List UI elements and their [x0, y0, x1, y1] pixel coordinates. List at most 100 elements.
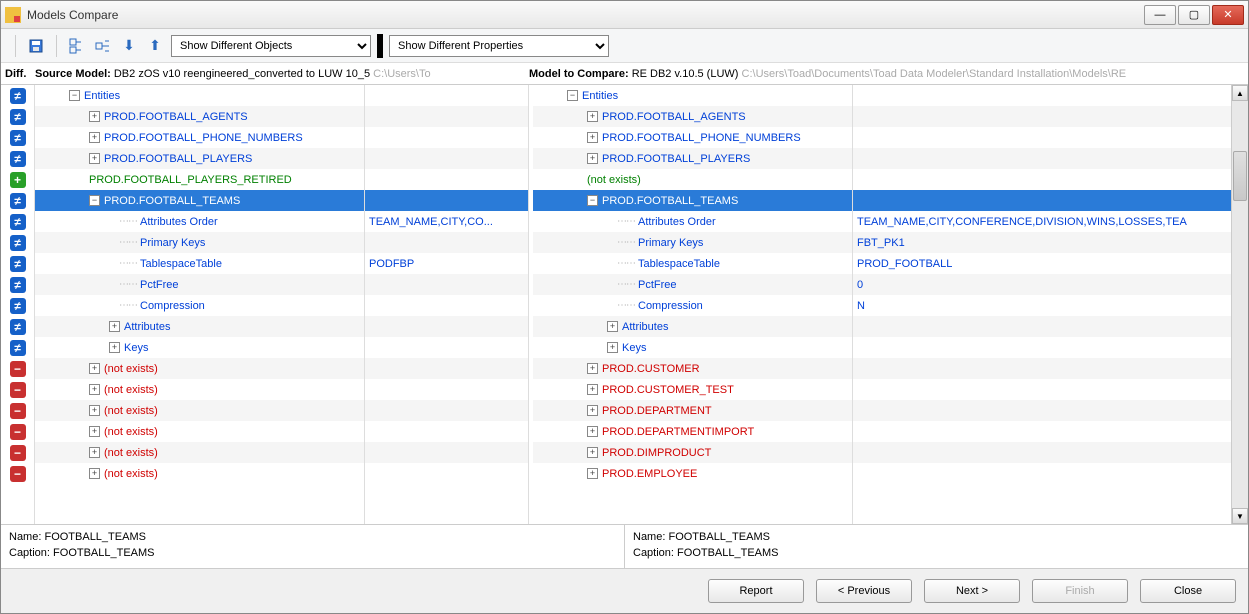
tree-row[interactable]: +PROD.CUSTOMER — [533, 358, 852, 379]
expand-icon[interactable]: + — [587, 384, 598, 395]
tree-expand-icon[interactable] — [67, 36, 87, 56]
expand-icon[interactable]: + — [607, 321, 618, 332]
tree-row[interactable]: + (not exists) — [35, 400, 364, 421]
tree-row[interactable]: (not exists) — [533, 169, 852, 190]
tree-row[interactable]: ⋯⋯TablespaceTable — [35, 253, 364, 274]
tree-row[interactable]: ⋯⋯PctFree — [35, 274, 364, 295]
previous-button[interactable]: < Previous — [816, 579, 912, 603]
tree-row[interactable]: +PROD.DEPARTMENTIMPORT — [533, 421, 852, 442]
report-button[interactable]: Report — [708, 579, 804, 603]
tree-row[interactable]: +Attributes — [533, 316, 852, 337]
collapse-icon[interactable]: − — [587, 195, 598, 206]
tree-row[interactable]: −Entities — [533, 85, 852, 106]
tree-label: (not exists) — [104, 363, 158, 375]
tree-label: Keys — [124, 342, 148, 354]
tree-row[interactable]: +PROD.EMPLOYEE — [533, 463, 852, 484]
tree-row[interactable]: PROD.FOOTBALL_PLAYERS_RETIRED — [35, 169, 364, 190]
tree-row[interactable]: −Entities — [35, 85, 364, 106]
expand-icon[interactable]: + — [89, 384, 100, 395]
expand-icon[interactable]: + — [89, 426, 100, 437]
expand-icon[interactable]: + — [109, 342, 120, 353]
tree-label: (not exists) — [104, 405, 158, 417]
tree-row[interactable]: +PROD.FOOTBALL_AGENTS — [533, 106, 852, 127]
nav-down-icon[interactable]: ⬇ — [119, 36, 139, 56]
tree-row[interactable]: +PROD.FOOTBALL_PHONE_NUMBERS — [35, 127, 364, 148]
tree-row[interactable]: −PROD.FOOTBALL_TEAMS — [35, 190, 364, 211]
scroll-down-icon[interactable]: ▼ — [1232, 508, 1248, 524]
tree-label: Entities — [582, 90, 618, 102]
minimize-button[interactable]: — — [1144, 5, 1176, 25]
collapse-icon[interactable]: − — [89, 195, 100, 206]
filter-properties-dropdown[interactable]: Show Different Properties — [389, 35, 609, 57]
expand-icon[interactable]: + — [109, 321, 120, 332]
diff-badge: ≠ — [10, 193, 26, 209]
tree-label: Primary Keys — [638, 237, 703, 249]
expand-icon[interactable]: + — [587, 363, 598, 374]
tree-row[interactable]: +PROD.FOOTBALL_PLAYERS — [533, 148, 852, 169]
filter-objects-dropdown[interactable]: Show Different Objects — [171, 35, 371, 57]
tree-row[interactable]: ⋯⋯PctFree — [533, 274, 852, 295]
expand-icon[interactable]: + — [587, 405, 598, 416]
tree-row[interactable]: +(not exists) — [35, 379, 364, 400]
tree-row[interactable]: + PROD.DEPARTMENT — [533, 400, 852, 421]
tree-row[interactable]: ⋯⋯Attributes Order — [35, 211, 364, 232]
expand-icon[interactable]: + — [587, 153, 598, 164]
tree-row[interactable]: +Attributes — [35, 316, 364, 337]
tree-row[interactable]: ⋯⋯Compression — [35, 295, 364, 316]
scroll-thumb[interactable] — [1233, 151, 1247, 201]
close-button[interactable]: ✕ — [1212, 5, 1244, 25]
value-cell — [365, 316, 528, 337]
tree-label: PROD.DEPARTMENT — [602, 405, 712, 417]
collapse-icon[interactable]: − — [69, 90, 80, 101]
tree-row[interactable]: +PROD.FOOTBALL_PLAYERS — [35, 148, 364, 169]
tree-row[interactable]: +PROD.DIMPRODUCT — [533, 442, 852, 463]
vertical-scrollbar[interactable]: ▲ ▼ — [1231, 85, 1248, 524]
tree-row[interactable]: + PROD.FOOTBALL_PHONE_NUMBERS — [533, 127, 852, 148]
tree-row[interactable]: +PROD.CUSTOMER_TEST — [533, 379, 852, 400]
expand-icon[interactable]: + — [89, 363, 100, 374]
close-button-footer[interactable]: Close — [1140, 579, 1236, 603]
tree-row[interactable]: −PROD.FOOTBALL_TEAMS — [533, 190, 852, 211]
next-button[interactable]: Next > — [924, 579, 1020, 603]
expand-icon[interactable]: + — [587, 447, 598, 458]
tree-row[interactable]: + (not exists) — [35, 358, 364, 379]
dropdown-splitter[interactable] — [377, 34, 383, 58]
expand-icon[interactable]: + — [89, 132, 100, 143]
tree-row[interactable]: ⋯⋯Attributes Order — [533, 211, 852, 232]
tree-row[interactable]: ⋯⋯Primary Keys — [35, 232, 364, 253]
expand-icon[interactable]: + — [587, 468, 598, 479]
expand-icon[interactable]: + — [89, 447, 100, 458]
finish-button[interactable]: Finish — [1032, 579, 1128, 603]
tree-row[interactable]: ⋯⋯Compression — [533, 295, 852, 316]
value-cell — [853, 358, 1231, 379]
value-cell — [853, 190, 1231, 211]
tree-row[interactable]: +Keys — [533, 337, 852, 358]
nav-up-icon[interactable]: ⬆ — [145, 36, 165, 56]
tree-label: PROD.FOOTBALL_PHONE_NUMBERS — [602, 132, 801, 144]
scroll-up-icon[interactable]: ▲ — [1232, 85, 1248, 101]
expand-icon[interactable]: + — [587, 132, 598, 143]
tree-row[interactable]: ⋯⋯Primary Keys — [533, 232, 852, 253]
tree-row[interactable]: +(not exists) — [35, 463, 364, 484]
save-icon[interactable] — [26, 36, 46, 56]
collapse-icon[interactable]: − — [567, 90, 578, 101]
expand-icon[interactable]: + — [89, 468, 100, 479]
expand-icon[interactable]: + — [89, 153, 100, 164]
expand-icon[interactable]: + — [607, 342, 618, 353]
tree-collapse-icon[interactable] — [93, 36, 113, 56]
maximize-button[interactable]: ▢ — [1178, 5, 1210, 25]
tree-row[interactable]: +(not exists) — [35, 442, 364, 463]
expand-icon[interactable]: + — [587, 426, 598, 437]
tree-row[interactable]: + Keys — [35, 337, 364, 358]
tree-row[interactable]: ⋯⋯TablespaceTable — [533, 253, 852, 274]
value-cell — [853, 106, 1231, 127]
scroll-track[interactable] — [1232, 101, 1248, 508]
expand-icon[interactable]: + — [89, 111, 100, 122]
source-tree-column[interactable]: −Entities+PROD.FOOTBALL_AGENTS+PROD.FOOT… — [35, 85, 365, 524]
compare-tree-column[interactable]: −Entities+PROD.FOOTBALL_AGENTS+PROD.FOOT… — [533, 85, 853, 524]
expand-icon[interactable]: + — [89, 405, 100, 416]
expand-icon[interactable]: + — [587, 111, 598, 122]
tree-row[interactable]: +PROD.FOOTBALL_AGENTS — [35, 106, 364, 127]
tree-row[interactable]: +(not exists) — [35, 421, 364, 442]
value-cell — [365, 442, 528, 463]
